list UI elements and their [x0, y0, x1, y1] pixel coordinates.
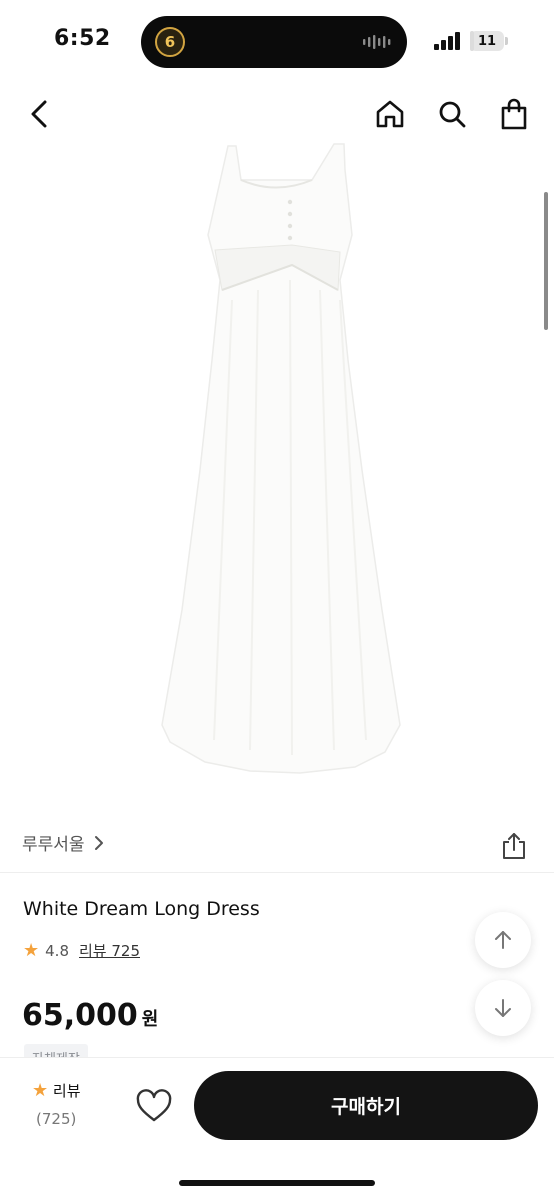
- audio-wave-icon: [363, 35, 391, 49]
- dynamic-island: 6: [141, 16, 407, 68]
- star-icon: ★: [23, 940, 40, 961]
- app-badge-icon: 6: [155, 27, 185, 57]
- buy-button[interactable]: 구매하기: [194, 1071, 538, 1140]
- review-link[interactable]: 리뷰 725: [79, 940, 140, 961]
- arrow-down-icon: [495, 999, 511, 1017]
- price: 65,000 원: [22, 998, 158, 1033]
- status-time: 6:52: [54, 26, 111, 51]
- product-image[interactable]: [0, 140, 554, 790]
- battery-level: 11: [477, 33, 497, 49]
- shopping-bag-icon: [501, 98, 527, 130]
- heart-icon[interactable]: [132, 1086, 176, 1126]
- search-icon: [439, 101, 466, 128]
- search-button[interactable]: [432, 94, 472, 134]
- home-button[interactable]: [370, 94, 410, 134]
- scroll-bottom-button[interactable]: [475, 980, 531, 1036]
- cellular-signal-icon: [434, 32, 460, 50]
- divider: [0, 872, 554, 873]
- battery-indicator: 11: [470, 31, 504, 51]
- battery-fill: [470, 31, 474, 51]
- rating-value: 4.8: [45, 941, 69, 960]
- brand-name: 루루서울: [22, 835, 85, 855]
- price-amount: 65,000: [22, 998, 138, 1033]
- bottom-review-button[interactable]: ★ 리뷰: [32, 1080, 81, 1101]
- rating-row: ★ 4.8 리뷰 725: [23, 940, 140, 961]
- chevron-right-icon: [94, 835, 103, 850]
- back-button[interactable]: [20, 94, 60, 134]
- chevron-left-icon: [31, 100, 47, 128]
- scrollbar[interactable]: [544, 192, 548, 330]
- brand-link[interactable]: 루루서울: [22, 830, 107, 855]
- home-icon: [376, 100, 404, 128]
- scroll-top-button[interactable]: [475, 912, 531, 968]
- battery-cap: [505, 37, 508, 45]
- bottom-review-label: 리뷰: [52, 1082, 81, 1100]
- star-icon: ★: [32, 1080, 49, 1101]
- home-indicator[interactable]: [179, 1180, 375, 1186]
- shopping-bag-button[interactable]: [494, 94, 534, 134]
- bottom-review-count: (725): [36, 1110, 77, 1128]
- arrow-up-icon: [495, 931, 511, 949]
- price-currency: 원: [141, 1009, 159, 1030]
- share-icon[interactable]: [498, 830, 530, 862]
- product-title: White Dream Long Dress: [23, 898, 260, 920]
